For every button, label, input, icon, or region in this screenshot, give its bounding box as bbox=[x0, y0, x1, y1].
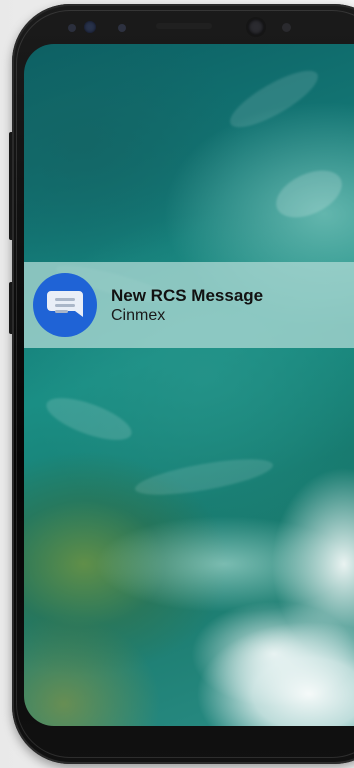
earpiece-speaker bbox=[156, 23, 212, 29]
wave-foam bbox=[268, 161, 350, 227]
notification-title: New RCS Message bbox=[111, 285, 264, 305]
lock-screen-wallpaper bbox=[24, 44, 354, 726]
message-notification[interactable]: New RCS Message Cinmex bbox=[24, 262, 354, 348]
phone-mockup: New RCS Message Cinmex bbox=[0, 0, 354, 768]
sensor-dot-icon bbox=[282, 23, 291, 32]
proximity-sensor-icon bbox=[68, 24, 76, 32]
light-sensor-icon bbox=[118, 24, 126, 32]
notification-text: New RCS Message Cinmex bbox=[111, 285, 263, 326]
front-camera-icon bbox=[248, 19, 264, 35]
wave-foam bbox=[223, 61, 325, 137]
notification-sender: Cinmex bbox=[111, 306, 166, 324]
messages-icon bbox=[33, 273, 97, 337]
wave-foam bbox=[41, 389, 137, 449]
iris-scanner-icon bbox=[84, 21, 96, 33]
wave-foam bbox=[132, 452, 276, 502]
